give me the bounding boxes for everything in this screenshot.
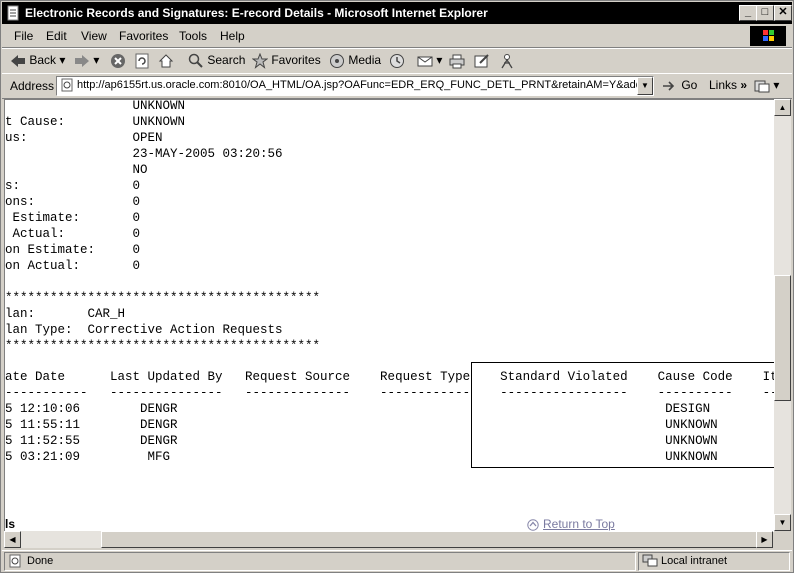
search-icon [188, 53, 203, 68]
horizontal-scroll-thumb[interactable] [101, 531, 761, 548]
detail-line: ****************************************… [5, 339, 321, 353]
page-content: UNKNOWN t Cause: UNKNOWN us: OPEN 23-MAY-2… [4, 99, 774, 532]
document-icon [7, 5, 19, 21]
vertical-scroll-thumb[interactable] [774, 275, 791, 401]
toolbar-options-icon [754, 80, 770, 93]
media-button[interactable]: Media [329, 53, 381, 69]
print-button[interactable] [449, 53, 465, 69]
menu-favorites[interactable]: Favorites [119, 29, 168, 43]
mail-button[interactable]: ▾ [417, 53, 442, 69]
messenger-button[interactable] [499, 53, 515, 69]
history-button[interactable] [389, 53, 405, 69]
favorites-button[interactable]: Favorites [252, 53, 321, 69]
stop-button[interactable] [110, 53, 126, 69]
window-title: Electronic Records and Signatures: E-rec… [25, 6, 488, 20]
up-arrow-icon [527, 519, 539, 531]
extra-toolbar-button[interactable]: ▾ [754, 78, 779, 94]
title-bar: Electronic Records and Signatures: E-rec… [2, 2, 792, 24]
detail-line: UNKNOWN [5, 99, 186, 113]
scroll-left-button[interactable]: ◀ [4, 531, 21, 548]
edit-page-icon [474, 54, 489, 68]
zone-text: Local intranet [661, 555, 728, 567]
page-done-icon [9, 554, 21, 568]
local-intranet-icon [642, 554, 658, 567]
section-heading-fragment: ls [5, 517, 16, 531]
detail-line: s: 0 [5, 179, 141, 193]
back-button[interactable]: Back ▾ [10, 53, 65, 68]
detail-line: ons: 0 [5, 195, 141, 209]
detail-line: 23-MAY-2005 03:20:56 [5, 147, 283, 161]
address-label: Address [10, 79, 55, 93]
favorites-label: Favorites [271, 53, 321, 68]
status-text: Done [27, 555, 54, 567]
scroll-right-button[interactable]: ▶ [756, 531, 773, 548]
home-button[interactable] [158, 53, 174, 69]
menu-view[interactable]: View [81, 29, 107, 43]
close-button[interactable]: ✕ [774, 5, 792, 21]
history-icon [390, 54, 404, 68]
return-to-top-link[interactable]: Return to Top [527, 517, 615, 531]
detail-line: lan: CAR_H [5, 307, 126, 321]
zone-panel: Local intranet [638, 552, 790, 571]
detail-line: on Actual: 0 [5, 259, 141, 273]
scrollbar-corner [774, 531, 791, 548]
printer-icon [449, 54, 465, 69]
toolbar: Back ▾ ▾ Search Favorites Media ▾ [2, 48, 792, 74]
menu-bar: File Edit View Favorites Tools Help [2, 25, 792, 48]
home-icon [158, 54, 174, 68]
detail-line: t Cause: UNKNOWN [5, 115, 186, 129]
detail-line: us: OPEN [5, 131, 163, 145]
media-icon [330, 54, 344, 68]
search-button[interactable]: Search [188, 53, 245, 69]
mail-icon [417, 56, 433, 67]
detail-line: Estimate: 0 [5, 211, 141, 225]
address-dropdown-button[interactable]: ▼ [637, 77, 653, 95]
scroll-up-button[interactable]: ▲ [774, 99, 791, 116]
menu-help[interactable]: Help [220, 29, 245, 43]
browser-window: Electronic Records and Signatures: E-rec… [0, 0, 794, 573]
detail-line: on Estimate: 0 [5, 243, 141, 257]
scroll-down-button[interactable]: ▼ [774, 514, 791, 531]
links-label: Links [709, 78, 738, 92]
page-icon [61, 78, 73, 92]
maximize-button[interactable]: □ [756, 5, 774, 21]
refresh-button[interactable] [134, 53, 150, 69]
detail-line: ****************************************… [5, 291, 321, 305]
menu-file[interactable]: File [14, 29, 33, 43]
detail-line: Actual: 0 [5, 227, 141, 241]
forward-button[interactable]: ▾ [74, 53, 99, 68]
status-bar: Done Local intranet [2, 550, 792, 572]
forward-arrow-icon [75, 54, 89, 67]
favorites-star-icon [252, 53, 268, 69]
search-label: Search [207, 53, 246, 68]
address-input[interactable]: http://ap6155rt.us.oracle.com:8010/OA_HT… [56, 76, 654, 96]
go-label: Go [681, 78, 698, 92]
detail-line: NO [5, 163, 148, 177]
stop-icon [111, 54, 125, 68]
highlight-box [471, 362, 774, 468]
windows-logo-icon [750, 26, 786, 46]
horizontal-scrollbar[interactable]: ◀ ▶ [4, 531, 773, 548]
vertical-scrollbar[interactable]: ▲ ▼ [774, 99, 791, 531]
edit-button[interactable] [474, 53, 490, 69]
detail-line: lan Type: Corrective Action Requests [5, 323, 283, 337]
return-to-top-label: Return to Top [543, 517, 615, 531]
status-panel: Done [4, 552, 636, 571]
go-arrow-icon [663, 81, 675, 91]
menu-edit[interactable]: Edit [46, 29, 67, 43]
links-button[interactable]: Links » [709, 78, 747, 92]
media-label: Media [348, 53, 382, 68]
back-arrow-icon [11, 54, 25, 67]
address-bar: Address http://ap6155rt.us.oracle.com:80… [2, 73, 792, 99]
messenger-person-icon [501, 54, 513, 69]
go-button[interactable]: Go [662, 78, 697, 93]
address-url: http://ap6155rt.us.oracle.com:8010/OA_HT… [77, 79, 637, 91]
refresh-icon [135, 53, 149, 69]
menu-tools[interactable]: Tools [179, 29, 207, 43]
minimize-button[interactable]: _ [739, 5, 757, 21]
back-label: Back [29, 53, 57, 67]
